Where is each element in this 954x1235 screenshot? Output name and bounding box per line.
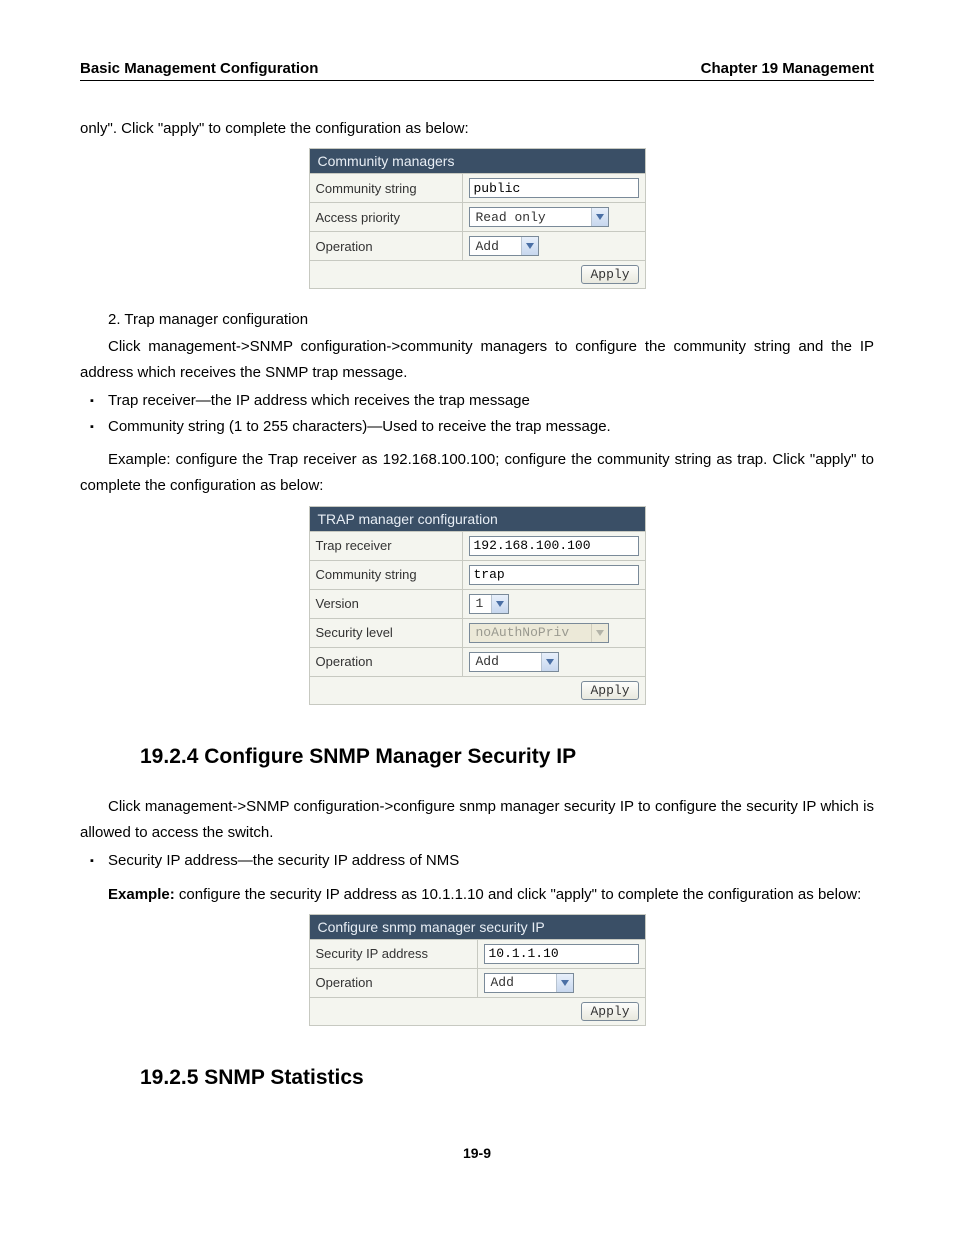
trap-community-input[interactable]: [469, 565, 639, 585]
header-right: Chapter 19 Management: [701, 60, 874, 77]
security-level-value: noAuthNoPriv: [470, 625, 591, 640]
operation-select[interactable]: Add: [484, 973, 574, 993]
access-priority-label: Access priority: [309, 203, 462, 232]
security-ip-label: Security IP address: [309, 939, 477, 968]
intro-text: only". Click "apply" to complete the con…: [80, 116, 874, 142]
apply-button[interactable]: Apply: [581, 265, 638, 284]
page-number: 19-9: [80, 1145, 874, 1161]
trap-receiver-input[interactable]: [469, 536, 639, 556]
operation-value: Add: [470, 239, 521, 254]
trap-bullet-1: Trap receiver—the IP address which recei…: [108, 388, 874, 414]
chevron-down-icon: [556, 974, 573, 992]
version-label: Version: [309, 589, 462, 618]
operation-value: Add: [485, 975, 556, 990]
chevron-down-icon: [541, 653, 558, 671]
trap-example: Example: configure the Trap receiver as …: [80, 447, 874, 500]
security-ip-input[interactable]: [484, 944, 639, 964]
operation-value: Add: [470, 654, 541, 669]
operation-select[interactable]: Add: [469, 236, 539, 256]
example-rest: configure the security IP address as 10.…: [175, 886, 862, 903]
chevron-down-icon: [491, 595, 508, 613]
chevron-down-icon: [521, 237, 538, 255]
operation-label: Operation: [309, 968, 477, 997]
sec-19-2-4-p1: Click management->SNMP configuration->co…: [80, 794, 874, 847]
security-level-select: noAuthNoPriv: [469, 623, 609, 643]
sec-19-2-4-bullet: Security IP address—the security IP addr…: [108, 848, 874, 874]
trap-manager-form: TRAP manager configuration Trap receiver…: [309, 506, 646, 705]
operation-label: Operation: [309, 647, 462, 676]
security-ip-form: Configure snmp manager security IP Secur…: [309, 914, 646, 1026]
operation-select[interactable]: Add: [469, 652, 559, 672]
chevron-down-icon: [591, 208, 608, 226]
example-prefix: Example:: [108, 886, 175, 903]
access-priority-select[interactable]: Read only: [469, 207, 609, 227]
sec-19-2-4-example: Example: configure the security IP addre…: [80, 882, 874, 908]
version-value: 1: [470, 596, 491, 611]
chevron-down-icon: [591, 624, 608, 642]
form3-title: Configure snmp manager security IP: [309, 914, 645, 939]
apply-button[interactable]: Apply: [581, 681, 638, 700]
form1-title: Community managers: [309, 149, 645, 174]
heading-19-2-5: 19.2.5 SNMP Statistics: [140, 1066, 874, 1090]
heading-19-2-4: 19.2.4 Configure SNMP Manager Security I…: [140, 745, 874, 769]
apply-button[interactable]: Apply: [581, 1002, 638, 1021]
header-left: Basic Management Configuration: [80, 60, 318, 77]
trap-community-label: Community string: [309, 560, 462, 589]
version-select[interactable]: 1: [469, 594, 509, 614]
page-header: Basic Management Configuration Chapter 1…: [80, 60, 874, 81]
trap-desc: Click management->SNMP configuration->co…: [80, 334, 874, 387]
operation-label: Operation: [309, 232, 462, 261]
community-string-label: Community string: [309, 174, 462, 203]
trap-receiver-label: Trap receiver: [309, 531, 462, 560]
access-priority-value: Read only: [470, 210, 591, 225]
community-managers-form: Community managers Community string Acce…: [309, 148, 646, 289]
security-level-label: Security level: [309, 618, 462, 647]
trap-bullet-2: Community string (1 to 255 characters)—U…: [108, 414, 874, 440]
trap-bullets: Trap receiver—the IP address which recei…: [80, 388, 874, 439]
sec-19-2-4-bullets: Security IP address—the security IP addr…: [80, 848, 874, 874]
community-string-input[interactable]: [469, 178, 639, 198]
trap-heading-line: 2. Trap manager configuration: [80, 307, 874, 333]
form2-title: TRAP manager configuration: [309, 506, 645, 531]
